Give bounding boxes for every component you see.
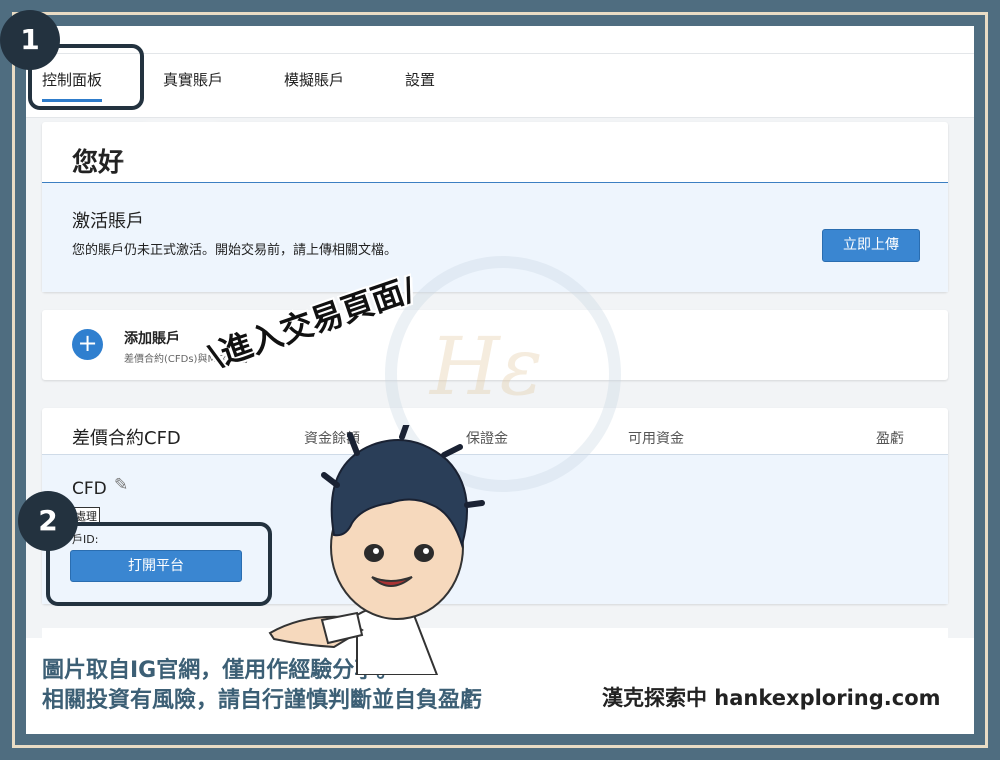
upload-now-button[interactable]: 立即上傳 [822, 229, 920, 262]
pencil-icon[interactable]: ✎ [114, 475, 128, 495]
plus-icon[interactable]: + [72, 329, 103, 360]
footer-line-2: 相關投資有風險，請自行謹慎判斷並自負盈虧 [42, 688, 483, 713]
cfd-section-heading: 差價合約CFD [72, 428, 181, 449]
cfd-account-name: CFD [72, 479, 107, 499]
top-strip [26, 26, 974, 54]
tab-demo-account[interactable]: 模擬賬戶 [284, 62, 344, 98]
footer-caption: 圖片取自IG官網，僅用作經驗分享。 相關投資有風險，請自行謹慎判斷並自負盈虧 漢… [26, 638, 974, 734]
activation-description: 您的賬戶仍未正式激活。開始交易前，請上傳相關文檔。 [72, 243, 398, 258]
activation-title: 激活賬戶 [72, 211, 144, 232]
step-badge-1: 1 [0, 10, 60, 70]
add-account-title: 添加賬戶 [124, 331, 180, 347]
highlight-box-2 [46, 522, 272, 606]
column-available: 可用資金 [628, 431, 684, 447]
tab-settings[interactable]: 設置 [405, 62, 435, 98]
watermark-logo: Hε [430, 320, 543, 413]
brand-text: 漢克探索中 hankexploring.com [602, 686, 941, 710]
column-pnl: 盈虧 [876, 431, 904, 447]
step-badge-2: 2 [18, 491, 78, 551]
nav-tabs: 控制面板 真實賬戶 模擬賬戶 設置 [26, 54, 974, 118]
greeting-title: 您好 [72, 148, 125, 178]
mascot-illustration [268, 425, 485, 675]
tab-live-account[interactable]: 真實賬戶 [163, 62, 223, 98]
